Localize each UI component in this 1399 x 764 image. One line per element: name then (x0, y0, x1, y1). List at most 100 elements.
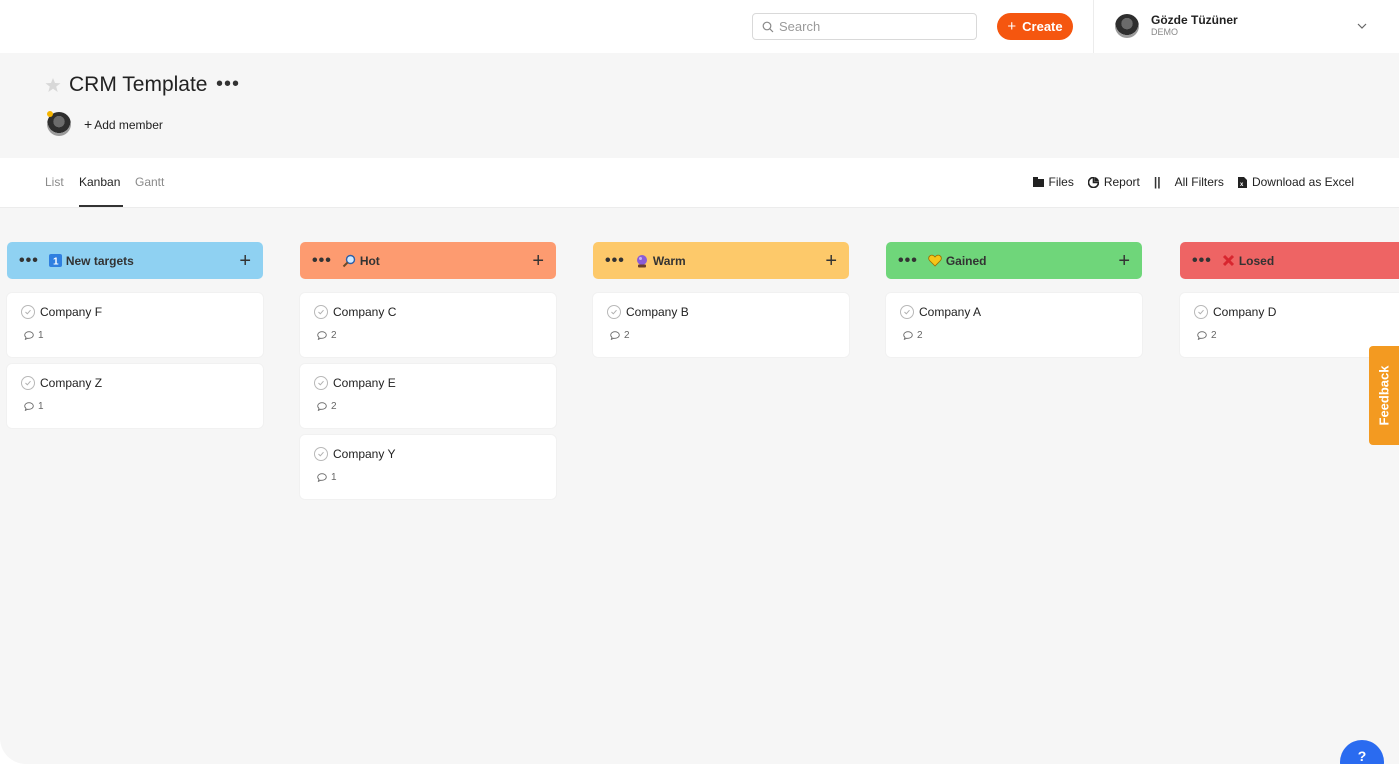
column-options-icon[interactable]: ••• (19, 252, 39, 268)
all-filters-button[interactable]: All Filters (1175, 175, 1224, 189)
search-placeholder: Search (779, 19, 821, 34)
search-icon (762, 21, 774, 32)
card-title: Company A (919, 305, 982, 319)
task-card[interactable]: Company C 2 (300, 293, 556, 357)
pie-chart-icon (1087, 176, 1099, 188)
help-button[interactable]: ? (1340, 740, 1384, 764)
toolbar: Files Report || All Filters x Download a… (1019, 175, 1354, 189)
add-card-button[interactable]: + (825, 251, 837, 271)
comment-count: 2 (331, 401, 337, 412)
column-title: Warm (652, 253, 686, 268)
files-label: Files (1048, 175, 1074, 189)
avatar (1115, 13, 1139, 38)
task-card[interactable]: Company Z 1 (7, 364, 263, 428)
column-title: New targets (65, 253, 134, 268)
cross-mark-icon (1222, 254, 1235, 267)
column-options-icon[interactable]: ••• (898, 252, 918, 268)
separator: || (1153, 175, 1161, 189)
checkmark-icon[interactable] (21, 376, 35, 390)
add-card-button[interactable]: + (239, 251, 251, 271)
card-title: Company F (40, 305, 103, 319)
column-options-icon[interactable]: ••• (312, 252, 332, 268)
report-label: Report (1103, 175, 1140, 189)
comment-icon (1197, 331, 1207, 340)
app-frame: Search + Create Gözde Tüzüner DEMO CRM T… (0, 0, 1399, 764)
tab-gantt[interactable]: Gantt (135, 175, 164, 189)
more-options-icon[interactable]: ••• (216, 72, 240, 96)
card-title: Company Z (40, 376, 103, 390)
column-options-icon[interactable]: ••• (605, 252, 625, 268)
column-header: ••• Gained + (886, 242, 1142, 279)
folder-icon (1032, 177, 1044, 187)
column-header: ••• Warm + (593, 242, 849, 279)
comment-count: 2 (331, 330, 337, 341)
column-title: Gained (945, 253, 987, 268)
comment-count: 2 (624, 330, 630, 341)
card-title: Company B (626, 305, 689, 319)
column-header: ••• Hot + (300, 242, 556, 279)
add-card-button[interactable]: + (532, 251, 544, 271)
task-card[interactable]: Company A 2 (886, 293, 1142, 357)
feedback-label: Feedback (1376, 365, 1392, 426)
download-label: Download as Excel (1251, 175, 1354, 189)
excel-file-icon: x (1237, 176, 1247, 188)
task-card[interactable]: Company F 1 (7, 293, 263, 357)
comment-count: 1 (38, 330, 44, 341)
magnifier-icon (342, 254, 356, 268)
kanban-column: ••• Losed Company D 2 (1180, 242, 1399, 357)
star-icon[interactable] (45, 77, 61, 93)
view-tabs-bar: List Kanban Gantt Files Report || All Fi… (0, 158, 1399, 208)
help-label: ? (1357, 748, 1367, 764)
column-header: ••• 1 New targets + (7, 242, 263, 279)
column-options-icon[interactable]: ••• (1192, 252, 1212, 268)
checkmark-icon[interactable] (900, 305, 914, 319)
all-filters-label: All Filters (1174, 175, 1224, 189)
checkmark-icon[interactable] (314, 376, 328, 390)
kanban-column: ••• 1 New targets + Company F 1 Company … (7, 242, 263, 428)
heart-icon (928, 254, 942, 267)
comment-icon (903, 331, 913, 340)
download-excel-button[interactable]: x Download as Excel (1237, 175, 1354, 189)
user-menu[interactable]: Gözde Tüzüner DEMO (1115, 13, 1238, 38)
comment-icon (610, 331, 620, 340)
add-member-button[interactable]: + Add member (84, 116, 163, 132)
comment-count: 2 (917, 330, 923, 341)
checkmark-icon[interactable] (607, 305, 621, 319)
chevron-down-icon[interactable] (1356, 20, 1368, 32)
checkmark-icon[interactable] (314, 305, 328, 319)
comment-icon (24, 331, 34, 340)
kanban-column: ••• Hot + Company C 2 Company E 2 Compan… (300, 242, 556, 499)
search-input[interactable]: Search (752, 13, 977, 40)
checkmark-icon[interactable] (21, 305, 35, 319)
task-card[interactable]: Company B 2 (593, 293, 849, 357)
comment-icon (24, 402, 34, 411)
task-card[interactable]: Company D 2 (1180, 293, 1399, 357)
crystal-ball-icon (635, 254, 649, 268)
add-card-button[interactable]: + (1118, 251, 1130, 271)
task-card[interactable]: Company Y 1 (300, 435, 556, 499)
files-button[interactable]: Files (1032, 175, 1074, 189)
card-title: Company Y (333, 447, 396, 461)
comment-icon (317, 331, 327, 340)
checkmark-icon[interactable] (1194, 305, 1208, 319)
user-org: DEMO (1151, 27, 1178, 37)
create-label: Create (1022, 19, 1063, 34)
checkmark-icon[interactable] (314, 447, 328, 461)
divider (1093, 0, 1094, 53)
create-button[interactable]: + Create (997, 13, 1073, 40)
tab-list[interactable]: List (45, 175, 64, 189)
card-title: Company D (1213, 305, 1277, 319)
svg-text:1: 1 (53, 257, 59, 268)
feedback-tab[interactable]: Feedback (1369, 346, 1399, 445)
tab-kanban[interactable]: Kanban (79, 175, 120, 189)
column-header: ••• Losed (1180, 242, 1399, 279)
kanban-column: ••• Warm + Company B 2 (593, 242, 849, 357)
card-title: Company E (333, 376, 396, 390)
card-title: Company C (333, 305, 397, 319)
comment-count: 1 (331, 472, 337, 483)
kanban-column: ••• Gained + Company A 2 (886, 242, 1142, 357)
comment-icon (317, 402, 327, 411)
status-dot (47, 111, 53, 117)
report-button[interactable]: Report (1087, 175, 1140, 189)
task-card[interactable]: Company E 2 (300, 364, 556, 428)
